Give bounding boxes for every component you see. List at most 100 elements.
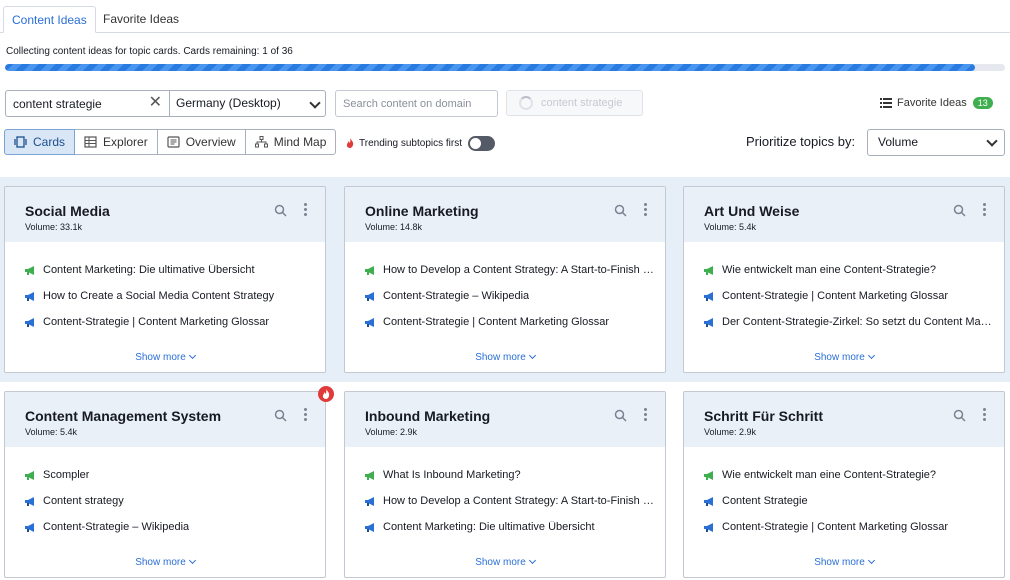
- show-more-link[interactable]: Show more: [345, 556, 665, 568]
- prioritize-select[interactable]: Volume: [867, 129, 1005, 156]
- topic-card: Schritt Für Schritt Volume: 2.9k Wie ent…: [683, 391, 1005, 578]
- card-volume: Volume: 33.1k: [25, 222, 83, 232]
- get-ideas-button-label: content strategie: [541, 97, 623, 109]
- favorite-ideas-link[interactable]: Favorite Ideas 13: [880, 96, 993, 110]
- show-more-label: Show more: [814, 352, 865, 363]
- search-icon[interactable]: [953, 409, 966, 422]
- idea-title: Content-Strategie – Wikipedia: [383, 290, 530, 302]
- keyword-input[interactable]: [6, 91, 136, 116]
- idea-item[interactable]: Content-Strategie | Content Marketing Gl…: [703, 521, 993, 547]
- show-more-link[interactable]: Show more: [5, 556, 325, 568]
- get-ideas-button[interactable]: content strategie: [506, 90, 643, 116]
- chevron-down-icon: [528, 351, 536, 360]
- view-cards-button[interactable]: Cards: [4, 129, 76, 155]
- trending-toggle[interactable]: [468, 135, 496, 151]
- idea-item[interactable]: Content-Strategie – Wikipedia: [24, 521, 314, 547]
- chevron-down-icon: [986, 135, 998, 147]
- idea-item[interactable]: Content Marketing: Die ultimative Übersi…: [24, 264, 314, 290]
- idea-title: Content-Strategie | Content Marketing Gl…: [43, 316, 270, 328]
- idea-item[interactable]: How to Develop a Content Strategy: A Sta…: [364, 495, 654, 521]
- idea-item[interactable]: Content-Strategie – Wikipedia: [364, 290, 654, 316]
- country-value: Germany (Desktop): [176, 96, 281, 110]
- show-more-link[interactable]: Show more: [5, 351, 325, 363]
- search-icon[interactable]: [614, 204, 627, 217]
- idea-item[interactable]: Content-Strategie | Content Marketing Gl…: [364, 316, 654, 342]
- card-volume: Volume: 2.9k: [704, 427, 757, 437]
- view-explorer-button[interactable]: Explorer: [74, 129, 158, 155]
- chevron-down-icon: [867, 351, 875, 360]
- more-options-icon[interactable]: [983, 203, 987, 218]
- question-icon: [25, 523, 34, 532]
- idea-item[interactable]: Content strategy: [24, 495, 314, 521]
- question-icon: [704, 497, 713, 506]
- idea-item[interactable]: How to Create a Social Media Content Str…: [24, 290, 314, 316]
- more-options-icon[interactable]: [304, 408, 308, 423]
- show-more-link[interactable]: Show more: [684, 351, 1004, 363]
- show-more-link[interactable]: Show more: [684, 556, 1004, 568]
- show-more-label: Show more: [475, 352, 526, 363]
- card-header: Content Management System Volume: 5.4k: [5, 392, 325, 447]
- megaphone-icon: [704, 266, 713, 275]
- megaphone-icon: [25, 471, 34, 480]
- view-mindmap-button[interactable]: Mind Map: [244, 129, 337, 155]
- show-more-label: Show more: [135, 352, 186, 363]
- view-explorer-label: Explorer: [103, 135, 148, 149]
- idea-item[interactable]: How to Develop a Content Strategy: A Sta…: [364, 264, 654, 290]
- topic-card: Art Und Weise Volume: 5.4k Wie entwickel…: [683, 186, 1005, 373]
- question-icon: [365, 318, 374, 327]
- card-title: Content Management System: [25, 408, 222, 424]
- idea-title: Wie entwickelt man eine Content-Strategi…: [722, 264, 936, 276]
- view-overview-button[interactable]: Overview: [156, 129, 246, 155]
- loading-spinner-icon: [519, 96, 533, 110]
- search-icon[interactable]: [274, 409, 287, 422]
- clear-icon[interactable]: ✕: [149, 94, 162, 112]
- card-header: Online Marketing Volume: 14.8k: [345, 187, 665, 242]
- chevron-down-icon: [528, 556, 536, 565]
- mind-map-icon: [254, 136, 268, 148]
- idea-item[interactable]: Content Strategie: [703, 495, 993, 521]
- idea-item[interactable]: Content-Strategie | Content Marketing Gl…: [703, 290, 993, 316]
- idea-item[interactable]: Wie entwickelt man eine Content-Strategi…: [703, 264, 993, 290]
- idea-item[interactable]: Der Content-Strategie-Zirkel: So setzt d…: [703, 316, 993, 342]
- more-options-icon[interactable]: [644, 203, 648, 218]
- idea-title: Content-Strategie | Content Marketing Gl…: [383, 316, 610, 328]
- tab-content-ideas[interactable]: Content Ideas: [3, 6, 96, 33]
- search-icon[interactable]: [953, 204, 966, 217]
- card-volume: Volume: 2.9k: [365, 427, 418, 437]
- prioritize-label: Prioritize topics by:: [746, 134, 856, 149]
- domain-field: [335, 90, 498, 117]
- idea-list: Wie entwickelt man eine Content-Strategi…: [703, 469, 993, 547]
- card-title: Online Marketing: [365, 203, 479, 219]
- progress-fill: [5, 64, 975, 71]
- idea-title: Scompler: [43, 469, 90, 481]
- search-icon[interactable]: [614, 409, 627, 422]
- idea-item[interactable]: Content-Strategie | Content Marketing Gl…: [24, 316, 314, 342]
- view-switcher: Cards Explorer Overview Mind Map: [4, 129, 337, 155]
- more-options-icon[interactable]: [644, 408, 648, 423]
- search-icon[interactable]: [274, 204, 287, 217]
- idea-list: Content Marketing: Die ultimative Übersi…: [24, 264, 314, 342]
- idea-item[interactable]: Wie entwickelt man eine Content-Strategi…: [703, 469, 993, 495]
- idea-list: How to Develop a Content Strategy: A Sta…: [364, 264, 654, 342]
- country-select[interactable]: Germany (Desktop): [169, 90, 326, 117]
- more-options-icon[interactable]: [983, 408, 987, 423]
- show-more-label: Show more: [475, 557, 526, 568]
- idea-item[interactable]: Scompler: [24, 469, 314, 495]
- idea-item[interactable]: Content Marketing: Die ultimative Übersi…: [364, 521, 654, 547]
- idea-item[interactable]: What Is Inbound Marketing?: [364, 469, 654, 495]
- trending-toggle-group: Trending subtopics first: [346, 135, 496, 151]
- question-icon: [365, 523, 374, 532]
- progress-bar: [5, 64, 1005, 71]
- card-header: Social Media Volume: 33.1k: [5, 187, 325, 242]
- idea-title: Content strategy: [43, 495, 124, 507]
- chevron-down-icon: [309, 97, 321, 109]
- tab-favorite-ideas[interactable]: Favorite Ideas: [95, 6, 187, 33]
- idea-list: Scompler Content strategy Content-Strategi…: [24, 469, 314, 547]
- show-more-link[interactable]: Show more: [345, 351, 665, 363]
- more-options-icon[interactable]: [304, 203, 308, 218]
- topic-card: Online Marketing Volume: 14.8k How to De…: [344, 186, 666, 373]
- question-icon: [25, 318, 34, 327]
- domain-search-input[interactable]: [336, 91, 491, 116]
- idea-title: Der Content-Strategie-Zirkel: So setzt d…: [722, 316, 993, 328]
- favorite-count-badge: 13: [972, 97, 993, 110]
